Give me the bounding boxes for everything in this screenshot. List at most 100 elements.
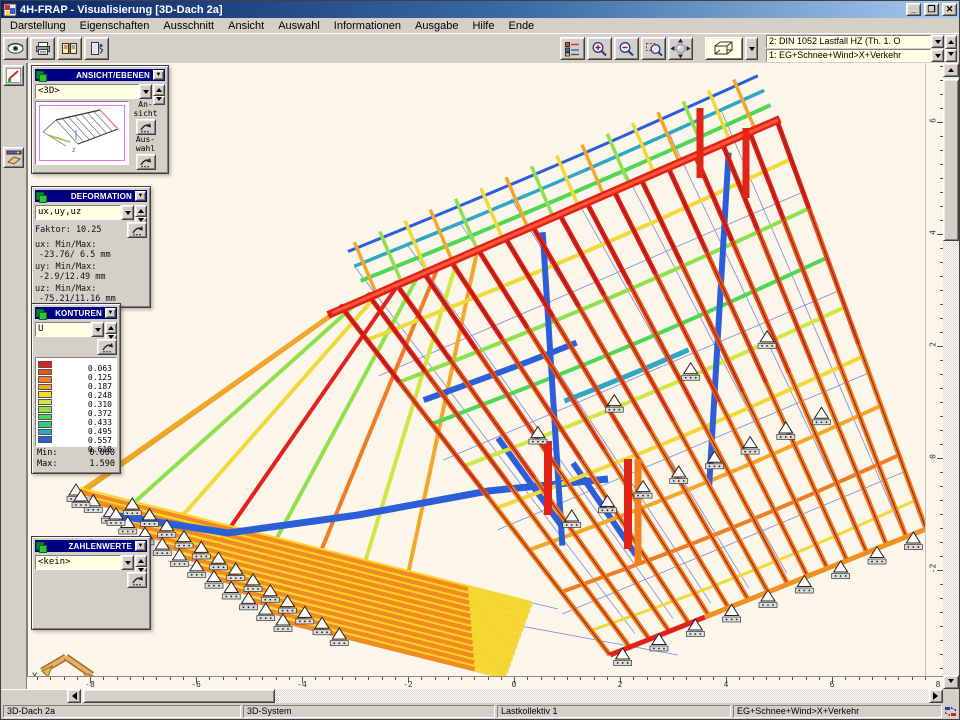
menu-item-ausgabe[interactable]: Ausgabe — [408, 19, 465, 33]
load-combination-combo[interactable]: 1: EG+Schnee+Wind>X+Verkehr — [766, 49, 944, 62]
ruler-tick — [806, 677, 807, 680]
menu-item-eigenschaften[interactable]: Eigenschaften — [73, 19, 157, 33]
min-value: 0.000 — [89, 448, 115, 458]
deformation-combo[interactable]: ux,uy,uz — [35, 205, 147, 220]
hruler-label: -2 — [400, 680, 416, 689]
title-bar[interactable]: 4H-FRAP - Visualisierung [3D-Dach 2a] _ … — [1, 1, 959, 18]
printer-icon — [35, 41, 51, 56]
chevron-down-icon — [935, 40, 941, 47]
view-combo-drop[interactable] — [139, 84, 152, 99]
spin-down-button[interactable] — [945, 49, 957, 63]
uz-label: uz: Min/Max: — [35, 284, 147, 294]
panel-collapse-button[interactable]: ▼ — [135, 191, 146, 201]
panel-deformation-titlebar[interactable]: DEFORMATION ▼ — [35, 190, 147, 202]
vscroll-thumb[interactable] — [943, 79, 959, 241]
zoom-in-button[interactable] — [587, 37, 612, 60]
ruler-tick — [898, 677, 899, 680]
ruler-tick — [554, 677, 555, 680]
load-case-drop-button[interactable] — [931, 35, 944, 48]
legend-swatch — [38, 376, 52, 383]
app-window: 4H-FRAP - Visualisierung [3D-Dach 2a] _ … — [0, 0, 960, 720]
view-cube-button[interactable] — [705, 37, 743, 60]
legend-value: 0.557 — [52, 436, 112, 445]
konturen-combo-drop[interactable] — [91, 322, 104, 337]
redline-tool-button[interactable] — [3, 65, 24, 86]
drawing-canvas[interactable]: YX ANSICHT/EBENEN ▼ <3D> — [27, 63, 925, 676]
scroll-left-button[interactable] — [67, 689, 81, 703]
ruler-tick — [435, 677, 436, 680]
menu-item-ende[interactable]: Ende — [501, 19, 541, 33]
vertical-scrollbar[interactable] — [943, 63, 959, 689]
menu-item-ausschnitt[interactable]: Ausschnitt — [156, 19, 221, 33]
apply-konturen-button[interactable] — [97, 339, 117, 355]
apply-zahlenwerte-button[interactable] — [127, 572, 147, 588]
spin-up-button[interactable] — [945, 35, 957, 49]
chevron-up-icon — [108, 323, 114, 330]
view-spin-up[interactable] — [153, 84, 165, 96]
load-case-combo[interactable]: 2: DIN 1052 Lastfall HZ (Th. 1. O — [766, 35, 944, 48]
view-combo[interactable]: <3D> — [35, 84, 165, 99]
zw-spin-up[interactable] — [135, 555, 147, 567]
zoom-window-button[interactable] — [641, 37, 666, 60]
apply-view-button[interactable] — [136, 119, 156, 135]
exit-button[interactable] — [84, 37, 109, 60]
vruler-label: 6 — [929, 115, 938, 127]
view-settings-button[interactable] — [3, 37, 28, 60]
menu-item-darstellung[interactable]: Darstellung — [3, 19, 73, 33]
konturen-combo-value[interactable]: U — [35, 322, 91, 337]
hscroll-track[interactable] — [81, 689, 929, 703]
ruler-tick — [276, 677, 277, 680]
menu-item-hilfe[interactable]: Hilfe — [465, 19, 501, 33]
apply-deformation-button[interactable] — [127, 222, 147, 238]
zahlenwerte-combo-drop[interactable] — [121, 555, 134, 570]
konturen-combo[interactable]: U — [35, 322, 117, 337]
legend-values: 0.0630.1250.1870.2480.3100.3720.4330.495… — [52, 361, 114, 443]
status-lastfall: EG+Schnee+Wind>X+Verkehr — [733, 705, 942, 718]
panel-deformation: DEFORMATION ▼ ux,uy,uz Faktor: 10.25 — [31, 186, 151, 308]
view-cube-drop-button[interactable] — [745, 37, 758, 60]
view-preview[interactable]: z — [35, 101, 129, 165]
load-combination-drop-button[interactable] — [931, 49, 944, 62]
horizontal-scrollbar[interactable] — [67, 689, 943, 703]
load-combination-value[interactable]: 1: EG+Schnee+Wind>X+Verkehr — [766, 49, 931, 62]
chevron-down-icon — [948, 679, 954, 686]
scroll-right-button[interactable] — [929, 689, 943, 703]
panel-collapse-button[interactable]: ▼ — [135, 541, 146, 551]
zahlenwerte-combo-value[interactable]: <kein> — [35, 555, 121, 570]
help-book-button[interactable] — [57, 37, 82, 60]
menu-item-informationen[interactable]: Informationen — [327, 19, 408, 33]
horizontal-ruler: -8-6-4-202468 — [27, 676, 943, 689]
view-combo-value[interactable]: <3D> — [35, 84, 139, 99]
zahlenwerte-combo[interactable]: <kein> — [35, 555, 147, 570]
vruler-label: -2 — [929, 563, 938, 575]
load-case-value[interactable]: 2: DIN 1052 Lastfall HZ (Th. 1. O — [766, 35, 931, 48]
vscroll-track[interactable] — [943, 77, 959, 675]
status-system: 3D-System — [243, 705, 495, 718]
deformation-combo-value[interactable]: ux,uy,uz — [35, 205, 121, 220]
maximize-button[interactable]: ❐ — [924, 3, 939, 16]
apply-selection-button[interactable] — [136, 154, 156, 170]
def-spin-up[interactable] — [135, 205, 147, 217]
ruler-tick — [474, 677, 475, 680]
section-tool-button[interactable] — [3, 147, 24, 168]
deformation-combo-drop[interactable] — [121, 205, 134, 220]
pan-control[interactable] — [668, 37, 693, 60]
panel-zahlenwerte-titlebar[interactable]: ZAHLENWERTE ▼ — [35, 540, 147, 552]
panel-ansicht-titlebar[interactable]: ANSICHT/EBENEN ▼ — [35, 69, 165, 81]
panel-collapse-button[interactable]: ▼ — [153, 70, 164, 80]
panel-collapse-button[interactable]: ▼ — [105, 308, 116, 318]
ruler-tick — [885, 677, 886, 680]
kont-spin-up[interactable] — [105, 322, 117, 334]
menu-item-auswahl[interactable]: Auswahl — [271, 19, 327, 33]
panel-konturen-titlebar[interactable]: KONTUREN ▼ — [35, 307, 117, 319]
ruler-tick — [779, 677, 780, 680]
scroll-up-button[interactable] — [943, 63, 959, 77]
display-options-button[interactable] — [560, 37, 585, 60]
menu-item-ansicht[interactable]: Ansicht — [221, 19, 271, 33]
chevron-up-icon — [138, 556, 144, 563]
minimize-button[interactable]: _ — [906, 3, 921, 16]
close-button[interactable]: ✕ — [942, 3, 957, 16]
hscroll-thumb[interactable] — [83, 689, 275, 703]
zoom-out-button[interactable] — [614, 37, 639, 60]
print-button[interactable] — [30, 37, 55, 60]
